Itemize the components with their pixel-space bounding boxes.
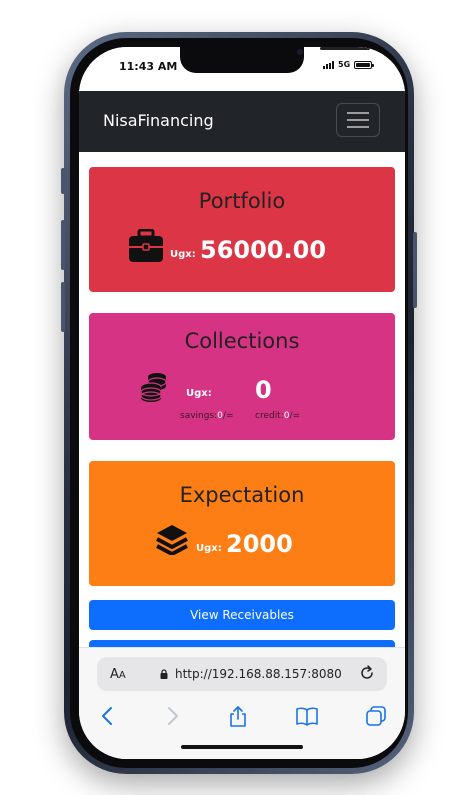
status-time: 11:43 AM xyxy=(119,60,178,73)
mute-switch xyxy=(61,168,65,194)
volume-down-button xyxy=(61,282,65,332)
portfolio-currency: Ugx: xyxy=(170,249,196,260)
expectation-value: 2000 xyxy=(226,530,293,558)
navbar-brand[interactable]: NisaFinancing xyxy=(103,111,214,130)
hamburger-icon xyxy=(347,112,369,114)
network-type: 5G xyxy=(338,60,351,69)
expectation-card[interactable]: Expectation Ugx: 2000 xyxy=(89,461,395,586)
address-bar[interactable]: AA http://192.168.88.157:8080 xyxy=(97,657,387,691)
next-button-partial[interactable] xyxy=(89,640,395,647)
reload-icon[interactable] xyxy=(359,665,375,681)
collections-currency: Ugx: xyxy=(186,388,212,399)
portfolio-title: Portfolio xyxy=(198,189,286,213)
status-bar: 11:43 AM 5G xyxy=(79,47,405,91)
tabs-icon[interactable] xyxy=(365,705,387,727)
coins-icon xyxy=(140,373,167,402)
lock-icon xyxy=(160,669,168,679)
share-icon[interactable] xyxy=(227,705,249,727)
collections-title: Collections xyxy=(184,329,300,353)
savings-label: savings: xyxy=(180,411,218,421)
menu-toggle-button[interactable] xyxy=(336,103,380,137)
volume-up-button xyxy=(61,220,65,270)
battery-icon xyxy=(354,60,375,69)
expectation-currency: Ugx: xyxy=(196,543,222,554)
credit-line: credit:0/= xyxy=(255,411,300,421)
home-indicator[interactable] xyxy=(181,745,303,749)
expectation-title: Expectation xyxy=(179,483,305,507)
layers-icon xyxy=(156,525,188,555)
phone-screen: 11:43 AM 5G NisaFinancing Portfolio Ugx:… xyxy=(79,47,405,759)
power-button xyxy=(413,232,417,308)
status-indicators: 5G xyxy=(323,60,375,69)
front-camera xyxy=(297,49,303,55)
notch xyxy=(180,47,370,73)
forward-icon[interactable] xyxy=(161,705,183,727)
url-text: http://192.168.88.157:8080 xyxy=(175,667,342,681)
briefcase-icon xyxy=(129,229,163,262)
browser-toolbar: AA http://192.168.88.157:8080 xyxy=(79,647,405,759)
main-content: Portfolio Ugx: 56000.00 Collections Ugx:… xyxy=(79,152,405,647)
credit-label: credit: xyxy=(255,411,284,421)
text-size-button[interactable]: AA xyxy=(110,667,126,682)
navbar: NisaFinancing xyxy=(79,91,405,152)
back-icon[interactable] xyxy=(97,705,119,727)
collections-card[interactable]: Collections Ugx: 0 savings:0/= credit:0/… xyxy=(89,313,395,440)
bookmarks-icon[interactable] xyxy=(296,705,318,727)
portfolio-value: 56000.00 xyxy=(200,236,327,264)
credit-suffix: /= xyxy=(289,411,301,421)
view-receivables-button[interactable]: View Receivables xyxy=(89,600,395,630)
signal-icon xyxy=(323,60,334,69)
portfolio-card[interactable]: Portfolio Ugx: 56000.00 xyxy=(89,167,395,292)
savings-suffix: /= xyxy=(222,411,234,421)
speaker xyxy=(320,47,370,50)
collections-value: 0 xyxy=(255,376,272,404)
savings-line: savings:0/= xyxy=(180,411,233,421)
